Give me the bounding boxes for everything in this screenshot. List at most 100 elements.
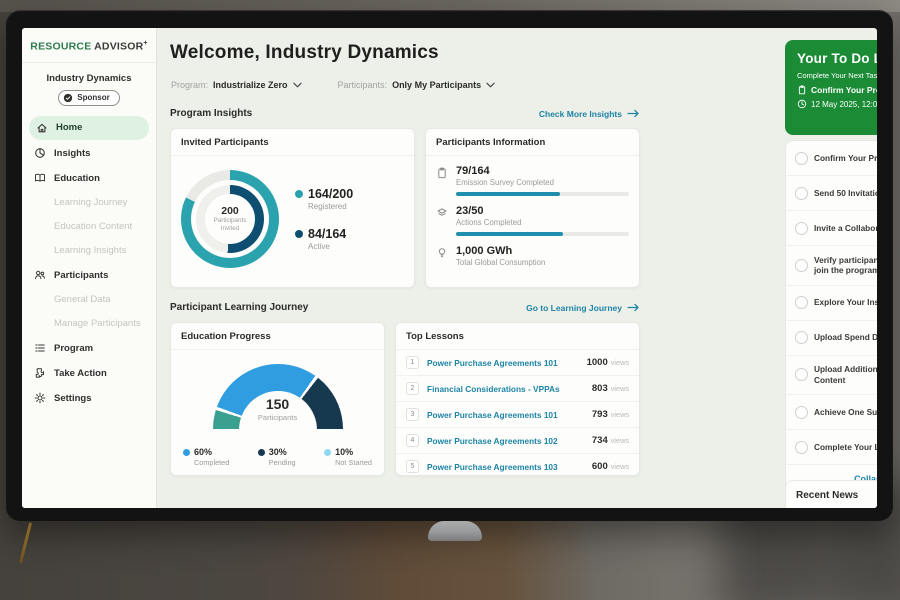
lesson-link[interactable]: Power Purchase Agreements 101 — [427, 358, 587, 368]
sidebar-item-education[interactable]: Education — [22, 166, 156, 191]
sidebar-item-participants[interactable]: Participants — [22, 263, 156, 288]
lesson-link[interactable]: Power Purchase Agreements 103 — [427, 462, 592, 472]
sidebar-item-home[interactable]: Home — [29, 116, 149, 140]
sidebar-item-settings[interactable]: Settings — [22, 386, 156, 411]
program-insights-header: Program Insights Check More Insights — [170, 108, 640, 119]
logo-plus: + — [143, 40, 147, 47]
todo-next-task: Confirm Your Program Details — [797, 85, 877, 95]
task-checkbox[interactable] — [795, 187, 808, 200]
clipboard-icon — [797, 85, 807, 95]
education-progress-card: Education Progress 150 Participants 60% — [170, 322, 385, 476]
sidebar-item-label: Education Content — [54, 221, 132, 232]
sidebar-item-label: Program — [54, 343, 93, 354]
legend-registered: 164/200 Registered — [295, 187, 353, 211]
lesson-views: 600 — [592, 461, 608, 472]
sidebar-item-learning-journey[interactable]: Learning Journey — [22, 191, 156, 215]
sponsor-badge: Sponsor — [58, 90, 119, 106]
sidebar-item-label: Participants — [54, 270, 108, 281]
card-title: Invited Participants — [171, 129, 414, 156]
task-row: Complete Your Learning Journey — [786, 430, 877, 465]
donut-center-value: 200 — [221, 205, 239, 217]
gauge-legend: 60% Completed 30% Pending 10% Not Starte… — [171, 447, 384, 467]
sidebar-item-education-content[interactable]: Education Content — [22, 215, 156, 239]
actions-layers-icon — [436, 207, 448, 219]
task-row: Upload Spend Data Records — [786, 321, 877, 356]
legend-active: 84/164 Active — [295, 227, 353, 251]
legend-label: Active — [308, 242, 353, 251]
program-filter[interactable]: Program: Industrialize Zero — [171, 80, 302, 90]
views-suffix: views — [611, 384, 629, 393]
participants-filter[interactable]: Participants: Only My Participants — [338, 80, 496, 90]
progress-bar-track — [456, 192, 629, 196]
lesson-rank: 3 — [406, 408, 419, 421]
info-value: 23/50 — [456, 205, 629, 217]
sidebar-item-label: Learning Insights — [54, 245, 126, 256]
task-checkbox[interactable] — [795, 406, 808, 419]
task-row: Achieve One Sustainability Target — [786, 395, 877, 430]
sidebar-item-label: Home — [56, 122, 82, 133]
legend-dot-teal — [295, 190, 303, 198]
todo-task-list: Confirm Your Program Details Send 50 Inv… — [785, 140, 877, 493]
monitor-bezel: RESOURCE ADVISOR+ Industry Dynamics Spon… — [6, 10, 893, 521]
page-title: Welcome, Industry Dynamics — [170, 42, 439, 64]
top-lessons-card: Top Lessons 1 Power Purchase Agreements … — [395, 322, 640, 476]
task-checkbox[interactable] — [795, 152, 808, 165]
invited-participants-body: 200 Participants Invited 164/200 — [171, 156, 414, 282]
sidebar-item-general-data[interactable]: General Data — [22, 288, 156, 312]
dashboard-screen: RESOURCE ADVISOR+ Industry Dynamics Spon… — [22, 28, 877, 508]
go-to-learning-journey-link[interactable]: Go to Learning Journey — [526, 303, 640, 313]
gauge-center: 150 Participants — [171, 396, 384, 422]
task-checkbox[interactable] — [795, 222, 808, 235]
legend-dot-blue — [183, 449, 190, 456]
todo-column: Your To Do List Complete Your Next Task:… — [785, 28, 877, 508]
donut-center-label: Participants Invited — [214, 217, 247, 233]
sidebar-item-learning-insights[interactable]: Learning Insights — [22, 239, 156, 263]
card-title: Education Progress — [171, 323, 384, 350]
legend-label: Pending — [269, 458, 296, 467]
task-checkbox[interactable] — [795, 368, 808, 381]
recent-news-title: Recent News — [796, 490, 877, 508]
info-label: Emission Survey Completed — [456, 178, 629, 187]
sidebar: RESOURCE ADVISOR+ Industry Dynamics Spon… — [22, 28, 157, 508]
legend-value: 84/164 — [308, 227, 346, 241]
filters-bar: Program: Industrialize Zero Participants… — [171, 80, 495, 90]
legend-label: Registered — [308, 202, 353, 211]
task-checkbox[interactable] — [795, 259, 808, 272]
todo-title: Your To Do List — [797, 51, 877, 66]
participants-filter-label: Participants: — [338, 80, 388, 90]
sidebar-item-program[interactable]: Program — [22, 336, 156, 361]
lesson-link[interactable]: Power Purchase Agreements 101 — [427, 410, 592, 420]
lesson-link[interactable]: Financial Considerations - VPPAs — [427, 384, 592, 394]
gear-icon — [34, 392, 46, 404]
progress-bar-track — [456, 232, 629, 236]
sidebar-item-take-action[interactable]: Take Action — [22, 361, 156, 386]
sponsor-icon — [63, 93, 73, 103]
todo-subtitle: Complete Your Next Task: — [797, 71, 877, 80]
legend-value: 10% — [335, 447, 353, 457]
monitor-stand — [428, 521, 482, 541]
sidebar-item-label: Take Action — [54, 368, 107, 379]
sidebar-item-insights[interactable]: Insights — [22, 141, 156, 166]
participants-filter-value: Only My Participants — [392, 80, 481, 90]
sidebar-item-manage-participants[interactable]: Manage Participants — [22, 312, 156, 336]
views-suffix: views — [611, 410, 629, 419]
legend-dot-lightblue — [324, 449, 331, 456]
donut-legend: 164/200 Registered 84/164 Active — [295, 187, 353, 251]
task-row: Send 50 Invitations to Participants — [786, 176, 877, 211]
task-checkbox[interactable] — [795, 296, 808, 309]
task-label: Upload Spend Data Records — [814, 332, 877, 343]
task-checkbox[interactable] — [795, 441, 808, 454]
donut-center: 200 Participants Invited — [181, 170, 279, 268]
lesson-link[interactable]: Power Purchase Agreements 102 — [427, 436, 592, 446]
logo-advisor: ADVISOR — [94, 41, 143, 53]
sidebar-nav: Home Insights Education Learning Journey… — [22, 116, 156, 411]
legend-value: 60% — [194, 447, 212, 457]
chevron-down-icon — [486, 82, 495, 88]
check-more-insights-link[interactable]: Check More Insights — [539, 109, 640, 119]
info-label: Actions Completed — [456, 218, 629, 227]
task-label: Explore Your Insights Dashboard — [814, 297, 877, 308]
lesson-rank: 5 — [406, 460, 419, 473]
task-checkbox[interactable] — [795, 331, 808, 344]
lesson-rank: 1 — [406, 356, 419, 369]
participants-information-body: 79/164 Emission Survey Completed 23/50 A… — [426, 156, 639, 267]
